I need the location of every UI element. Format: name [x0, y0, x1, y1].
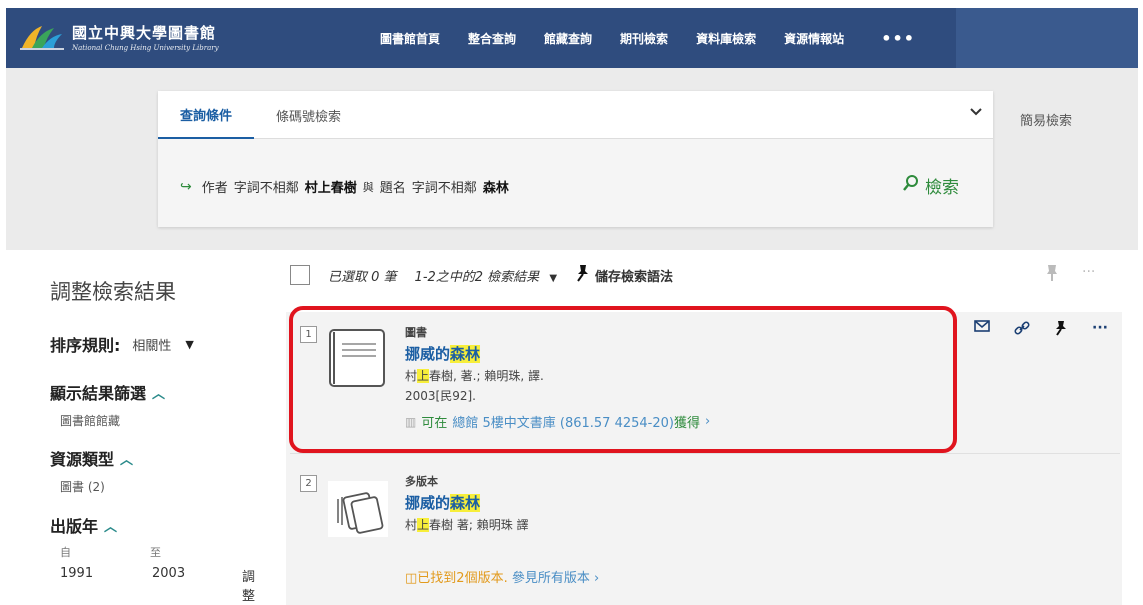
search-button-label: 檢索: [925, 178, 959, 198]
search-button[interactable]: 檢索: [902, 173, 959, 198]
caret-down-icon: ▼: [185, 337, 194, 351]
more-options-icon[interactable]: ···: [1092, 320, 1108, 340]
title-part: 挪威的: [405, 494, 451, 512]
refine-results-title: 調整檢索結果: [50, 280, 176, 304]
query-term-2: 森林: [482, 181, 509, 196]
more-options-icon[interactable]: ···: [1082, 264, 1095, 286]
facet-value-book[interactable]: 圖書 (2): [50, 478, 133, 495]
highlight-annotation-box: [289, 306, 957, 453]
year-from-input[interactable]: 1991: [60, 566, 93, 581]
facet-display-label: 顯示結果篩選: [50, 384, 147, 403]
link-icon[interactable]: [1014, 320, 1030, 340]
query-connector: 與: [362, 180, 374, 194]
arrow-right-icon: ↪: [180, 178, 192, 195]
year-to-input[interactable]: 2003: [152, 566, 185, 581]
nav-collection-search[interactable]: 館藏查詢: [530, 8, 606, 68]
search-tabs: 查詢條件 條碼號檢索: [158, 91, 993, 139]
resource-type: 多版本: [405, 475, 438, 488]
results-count-dropdown[interactable]: 1-2之中的2 檢索結果 ▼: [415, 266, 557, 285]
year-from-label: 自: [60, 546, 71, 559]
logo-mark-icon: [20, 22, 64, 52]
pin-icon[interactable]: [1046, 264, 1058, 286]
result-divider: [290, 453, 1120, 454]
facet-heading-resource-type[interactable]: 資源類型 ︿: [50, 446, 133, 470]
tab-query-conditions[interactable]: 查詢條件: [158, 91, 255, 139]
author-rest: 春樹 著; 賴明珠 譯: [429, 518, 529, 532]
email-icon[interactable]: [974, 320, 990, 340]
query-summary-row[interactable]: ↪ 作者 字詞不相鄰 村上春樹 與 題名 字詞不相鄰 森林 檢索: [158, 139, 993, 227]
year-range-values: 1991 2003 調整: [60, 566, 255, 604]
facet-display-filter: 顯示結果篩選 ︿ 圖書館館藏: [50, 380, 165, 429]
author-highlight: 上: [417, 518, 430, 532]
chevron-right-icon: ›: [594, 571, 600, 586]
versions-link[interactable]: ◫已找到2個版本. 參見所有版本 ›: [405, 567, 599, 586]
facet-heading-pub-year[interactable]: 出版年 ︿: [50, 513, 117, 537]
topbar-right-panel: [956, 8, 1138, 68]
chevron-up-icon: ︿: [152, 386, 166, 402]
results-count: 1-2之中的2 檢索結果: [414, 269, 540, 285]
logo-subtitle: National Chung Hsing University Library: [72, 44, 219, 52]
query-field-1: 作者: [201, 181, 228, 196]
facet-pub-year-label: 出版年: [50, 517, 99, 536]
chevron-down-icon[interactable]: [969, 105, 983, 121]
search-card: 查詢條件 條碼號檢索 ↪ 作者 字詞不相鄰 村上春樹 與 題名 字詞不相鄰 森林…: [158, 91, 993, 227]
result-body: 多版本 挪威的森林 村上春樹 著; 賴明珠 譯: [405, 473, 529, 533]
result-number: 2: [300, 475, 317, 492]
title-highlight: 森林: [450, 494, 481, 512]
query-op-2: 字詞不相鄰: [411, 181, 477, 196]
select-all-checkbox[interactable]: [290, 265, 310, 285]
selected-count: 已選取 0 筆: [328, 269, 397, 285]
results-toolbar: 已選取 0 筆 1-2之中的2 檢索結果 ▼ 儲存檢索語法: [290, 262, 673, 288]
nav-resource-station[interactable]: 資源情報站: [770, 8, 858, 68]
facet-resource-type: 資源類型 ︿ 圖書 (2): [50, 446, 133, 495]
tab-barcode-search[interactable]: 條碼號檢索: [254, 91, 363, 139]
see-all-versions: 參見所有版本: [511, 571, 590, 586]
result-title[interactable]: 挪威的森林: [405, 492, 529, 513]
save-query-label: 儲存檢索語法: [595, 269, 674, 285]
chevron-up-icon: ︿: [120, 452, 134, 468]
top-navbar: 國立中興大學圖書館 National Chung Hsing Universit…: [6, 8, 1138, 68]
sort-value: 相關性: [132, 338, 172, 354]
facet-heading-display[interactable]: 顯示結果篩選 ︿: [50, 380, 165, 404]
simple-search-link[interactable]: 簡易檢索: [1020, 110, 1072, 129]
query-term-1: 村上春樹: [304, 181, 357, 196]
page-tools: ···: [1046, 264, 1095, 286]
chevron-up-icon: ︿: [104, 519, 118, 535]
nav-library-home[interactable]: 圖書館首頁: [366, 8, 454, 68]
sort-control[interactable]: 排序規則: 相關性 ▼: [50, 332, 194, 356]
query-field-2: 題名: [379, 181, 406, 196]
result-author: 村上春樹 著; 賴明珠 譯: [405, 516, 529, 533]
sort-label: 排序規則:: [50, 336, 121, 355]
versions-icon: ◫: [405, 571, 418, 586]
author-part: 村: [405, 518, 418, 532]
pin-icon[interactable]: [1054, 320, 1068, 340]
save-query-button[interactable]: 儲存檢索語法: [575, 264, 673, 286]
multiple-versions-icon: [328, 477, 388, 539]
caret-down-icon: ▼: [549, 272, 558, 284]
versions-found: 已找到2個版本.: [417, 571, 508, 586]
logo-title: 國立中興大學圖書館: [72, 24, 217, 42]
query-op-1: 字詞不相鄰: [233, 181, 299, 196]
result-item[interactable]: 2 多版本 挪威的森林 村上春樹 著; 賴明珠 譯 ◫已找到2個版本. 參見所有…: [290, 455, 1120, 600]
library-logo[interactable]: 國立中興大學圖書館 National Chung Hsing Universit…: [20, 22, 219, 52]
facet-value-library-collection[interactable]: 圖書館館藏: [50, 412, 165, 429]
facet-resource-type-label: 資源類型: [50, 450, 115, 469]
nav-integrated-search[interactable]: 整合查詢: [454, 8, 530, 68]
main-nav: 圖書館首頁 整合查詢 館藏查詢 期刊檢索 資料庫檢索 資源情報站 •••: [366, 8, 938, 68]
query-summary: ↪ 作者 字詞不相鄰 村上春樹 與 題名 字詞不相鄰 森林: [180, 177, 509, 197]
pin-icon: [575, 264, 591, 286]
search-icon: [902, 174, 920, 197]
year-range-labels: 自 至: [60, 544, 161, 560]
nav-database-search[interactable]: 資料庫檢索: [682, 8, 770, 68]
nav-journal-search[interactable]: 期刊檢索: [606, 8, 682, 68]
nav-more-button[interactable]: •••: [858, 8, 938, 68]
year-adjust-button[interactable]: 調整: [242, 566, 255, 604]
facet-pub-year: 出版年 ︿: [50, 513, 117, 537]
result-actions: ···: [974, 320, 1108, 340]
year-to-label: 至: [150, 546, 161, 559]
